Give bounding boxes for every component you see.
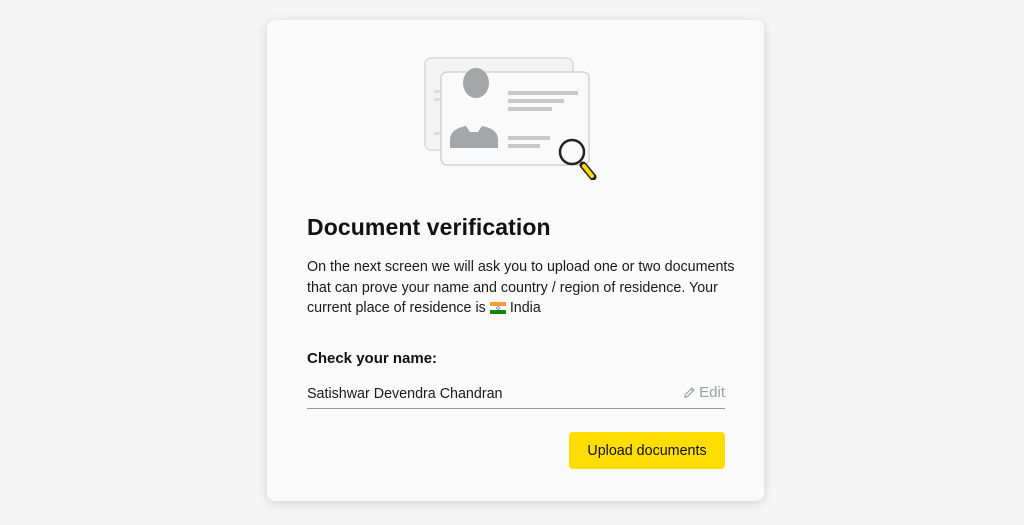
pencil-icon [684,387,695,398]
edit-label: Edit [699,384,725,401]
country-name: India [509,300,541,316]
verification-description: On the next screen we will ask you to up… [307,257,737,319]
page-title: Document verification [307,214,551,240]
id-card-magnifier-icon [424,57,597,180]
check-name-label: Check your name: [307,350,438,367]
upload-documents-button[interactable]: Upload documents [569,432,725,469]
india-flag-icon [489,302,506,314]
name-value: Satishwar Devendra Chandran [307,386,503,402]
verification-card: Document verification On the next screen… [267,20,764,501]
name-field: Satishwar Devendra Chandran Edit [307,384,725,409]
edit-name-button[interactable]: Edit [683,384,725,401]
